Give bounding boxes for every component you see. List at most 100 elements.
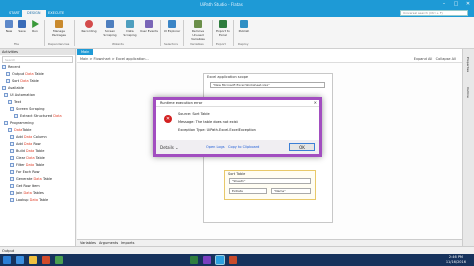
expand-collapse: Expand All Collapse All — [414, 56, 456, 63]
remove-unused-label: Remove Unused Variables — [191, 29, 205, 41]
new-button[interactable]: New — [2, 20, 16, 33]
maximize-icon[interactable]: □ — [450, 0, 462, 9]
folder-icon[interactable] — [29, 256, 37, 264]
ok-button[interactable]: OK — [289, 143, 315, 151]
activity-tree-item[interactable]: Sort Data Table — [0, 78, 75, 85]
activity-icon — [8, 128, 12, 132]
group-file-label: File — [14, 42, 20, 46]
activity-tree-item[interactable]: Build Data Table — [0, 148, 75, 155]
activity-label-part: Add — [16, 142, 24, 146]
activity-icon — [14, 114, 18, 118]
activity-tree-item[interactable]: Text — [0, 99, 75, 106]
manage-packages-button[interactable]: Manage Packages — [48, 20, 70, 37]
activity-tree-item[interactable]: For Each Row — [0, 169, 75, 176]
output-panel[interactable]: Output — [0, 246, 474, 254]
activities-search-input[interactable]: Search — [2, 56, 73, 63]
activity-icon — [10, 170, 14, 174]
data-table-field[interactable]: ExData — [229, 188, 267, 194]
activity-label-part: Data — [53, 114, 62, 118]
breadcrumb[interactable]: Main > Flowchart > Excel application... — [77, 56, 462, 63]
user-events-button[interactable]: User Events — [140, 20, 158, 33]
activity-tree-item[interactable]: Screen Scraping — [0, 106, 75, 113]
remove-unused-variables-button[interactable]: Remove Unused Variables — [186, 20, 210, 41]
activity-tree-item[interactable]: Generate Data Table — [0, 176, 75, 183]
activity-icon — [10, 149, 14, 153]
details-toggle[interactable]: Details ⌄ — [160, 145, 179, 150]
activity-tree-item[interactable]: Get Row Item — [0, 183, 75, 190]
title-bar: UiPath Studio - Flatas – □ ✕ — [0, 0, 474, 9]
expand-all-link[interactable]: Expand All — [414, 57, 433, 61]
group-selectors-label: Selectors — [164, 42, 178, 46]
workbook-path-field[interactable]: "New Microsoft Excel Worksheet.xlsx" — [210, 82, 325, 88]
ribbon-separator — [160, 20, 161, 46]
column-name-field[interactable]: "Name" — [271, 188, 311, 194]
activity-tree-item[interactable]: Clear Data Table — [0, 155, 75, 162]
ie-icon[interactable] — [16, 256, 24, 264]
open-logs-link[interactable]: Open Logs — [206, 145, 225, 149]
activity-icon — [10, 191, 14, 195]
activity-tree-item[interactable]: Available — [0, 85, 75, 92]
tab-properties[interactable]: Properties — [466, 57, 470, 72]
activity-icon — [10, 198, 14, 202]
remove-variables-icon — [194, 20, 202, 28]
activity-icon — [10, 156, 14, 160]
recording-button[interactable]: Recording — [80, 20, 98, 33]
activity-tree-item[interactable]: Add Data Column — [0, 134, 75, 141]
uipath-taskbar-icon[interactable] — [215, 255, 225, 265]
ui-explorer-button[interactable]: UI Explorer — [163, 20, 181, 33]
system-clock[interactable]: 2:46 PM 11/16/2016 — [446, 255, 466, 265]
ribbon-separator — [44, 20, 45, 46]
copy-to-clipboard-link[interactable]: Copy to Clipboard — [228, 145, 259, 149]
activity-tree-item[interactable]: DataTable — [0, 127, 75, 134]
doc-tab-main[interactable]: Main — [77, 49, 94, 55]
new-label: New — [5, 29, 13, 33]
onenote-icon[interactable] — [203, 256, 211, 264]
excel-taskbar-icon[interactable] — [190, 256, 198, 264]
publish-button[interactable]: Publish — [236, 20, 252, 33]
tab-outline[interactable]: Outline — [466, 87, 470, 98]
chrome-icon[interactable] — [55, 256, 63, 264]
activity-tree-item[interactable]: Lookup Data Table — [0, 197, 75, 204]
tab-execute[interactable]: EXECUTE — [43, 10, 69, 17]
universal-search-input[interactable]: Universal search (Ctrl + F) — [400, 10, 468, 16]
window-title: UiPath Studio - Flatas — [200, 2, 243, 7]
activity-tree-item[interactable]: Add Data Row — [0, 141, 75, 148]
collapse-all-link[interactable]: Collapse All — [436, 57, 456, 61]
activity-label-part: Table — [34, 149, 45, 153]
export-to-excel-button[interactable]: Export to Excel — [215, 20, 231, 37]
activity-label-part: Table — [34, 163, 45, 167]
error-icon: ✕ — [164, 115, 172, 123]
tab-design[interactable]: DESIGN — [22, 10, 46, 17]
activity-label-part: Extract Structured — [20, 114, 54, 118]
manage-packages-label: Manage Packages — [52, 29, 66, 37]
close-icon[interactable]: ✕ — [462, 0, 474, 9]
activity-icon — [4, 121, 8, 125]
start-icon[interactable] — [3, 256, 11, 264]
activity-tree-item[interactable]: Extract Structured Data — [0, 113, 75, 120]
activity-label-part: Table — [34, 156, 45, 160]
activity-label-part: Build — [16, 149, 26, 153]
sheet-name-field[interactable]: "Sheet1" — [229, 178, 311, 184]
sort-table-activity[interactable]: Sort Table "Sheet1" ExData "Name" — [224, 170, 316, 200]
activity-tree-item[interactable]: Output Data Table — [0, 71, 75, 78]
screen-scraping-button[interactable]: Screen Scraping — [100, 20, 120, 37]
activity-tree-item[interactable]: UI Automation — [0, 92, 75, 99]
powerpoint-icon[interactable] — [229, 256, 237, 264]
new-icon — [5, 20, 13, 28]
activity-icon — [2, 86, 6, 90]
activities-header: Activities — [0, 49, 75, 55]
run-button[interactable]: Run — [28, 20, 42, 33]
activity-label-part: Lookup — [16, 198, 30, 202]
activity-tree-item[interactable]: Join Data Tables — [0, 190, 75, 197]
activity-label-part: Data — [23, 142, 33, 146]
activity-icon — [10, 135, 14, 139]
activity-icon — [10, 142, 14, 146]
activity-tree-item[interactable]: Filter Data Table — [0, 162, 75, 169]
data-scraping-button[interactable]: Data Scraping — [121, 20, 139, 37]
media-icon[interactable] — [42, 256, 50, 264]
activity-tree-item[interactable]: Programming — [0, 120, 75, 127]
ribbon-separator — [74, 20, 75, 46]
minimize-icon[interactable]: – — [438, 0, 450, 9]
save-button[interactable]: Save — [15, 20, 29, 33]
activity-tree-item[interactable]: Recent — [0, 64, 75, 71]
